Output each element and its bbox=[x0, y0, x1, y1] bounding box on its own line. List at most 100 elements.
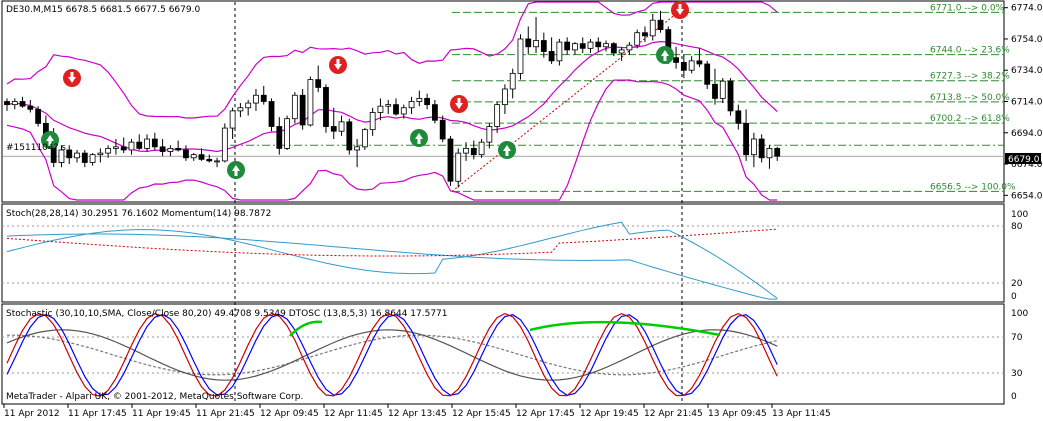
copyright-label: MetaTrader - Alpari UK, © 2001-2012, Met… bbox=[6, 392, 303, 402]
candle-body bbox=[330, 126, 337, 132]
candle-body bbox=[105, 148, 112, 154]
candle-body bbox=[97, 152, 104, 156]
candlestick-series bbox=[4, 10, 781, 188]
candle-body bbox=[346, 121, 353, 151]
candle-body bbox=[268, 101, 275, 127]
candle-body bbox=[151, 138, 158, 148]
candle-body bbox=[361, 129, 368, 148]
time-tick-label: 11 Apr 2012 bbox=[4, 409, 60, 419]
candle-body bbox=[66, 149, 73, 159]
indicator2-tick-label: 0 bbox=[1011, 392, 1017, 402]
candle-body bbox=[517, 38, 524, 74]
candle-body bbox=[113, 146, 119, 149]
candle-body bbox=[509, 72, 516, 90]
price-tick-label: 6734.0 bbox=[1011, 66, 1043, 76]
time-tick-label: 13 Apr 09:45 bbox=[708, 409, 767, 419]
candle-body bbox=[618, 49, 625, 54]
candle-body bbox=[190, 154, 197, 159]
candle-body bbox=[688, 60, 695, 71]
candle-body bbox=[556, 41, 563, 62]
candle-body bbox=[35, 108, 42, 124]
candle-body bbox=[634, 32, 641, 46]
candle-body bbox=[307, 79, 314, 126]
candle-body bbox=[766, 148, 773, 159]
price-tick-label: 6654.0 bbox=[1011, 191, 1043, 201]
overbought-highlight bbox=[529, 320, 721, 337]
candle-body bbox=[680, 62, 687, 71]
chart-svg[interactable]: 6771.0 --> 0.0% 6744.0 --> 23.6% 6727.3 --… bbox=[0, 0, 1043, 421]
candle-body bbox=[758, 138, 765, 159]
indicator2-header: Stochastic (30,10,10,SMA, Close/Close 80… bbox=[6, 309, 448, 319]
candle-body bbox=[455, 152, 462, 182]
candle-body bbox=[595, 41, 602, 48]
price-axis: 6774.06754.06734.06714.06694.06674.06654… bbox=[1004, 4, 1043, 402]
candle-body bbox=[431, 104, 438, 121]
candle-body bbox=[260, 94, 267, 102]
candle-body bbox=[245, 102, 252, 109]
candle-body bbox=[408, 101, 415, 109]
time-tick-label: 12 Apr 11:45 bbox=[324, 409, 383, 419]
candle-body bbox=[610, 43, 617, 54]
candle-body bbox=[704, 63, 711, 85]
candle-body bbox=[276, 126, 283, 149]
candle-body bbox=[338, 121, 345, 132]
fib-level-label: 6656.5 --> 100.0% bbox=[930, 182, 1016, 192]
candle-body bbox=[284, 118, 290, 149]
candle-body bbox=[291, 94, 298, 120]
candle-body bbox=[525, 38, 532, 48]
candle-body bbox=[424, 97, 431, 106]
candle-body bbox=[323, 87, 329, 127]
lower-band bbox=[6, 79, 778, 201]
price-tick-label: 6754.0 bbox=[1011, 35, 1043, 45]
candle-body bbox=[354, 146, 361, 151]
candle-body bbox=[750, 138, 757, 156]
candle-body bbox=[540, 40, 547, 52]
indicator2-tick-label: 30 bbox=[1011, 369, 1023, 379]
stochastic-line bbox=[6, 221, 778, 299]
candle-body bbox=[159, 146, 166, 152]
candle-body bbox=[136, 141, 143, 149]
candle-body bbox=[120, 146, 127, 151]
candle-body bbox=[478, 141, 485, 156]
fib-level-label: 6727.3 --> 38.2% bbox=[930, 72, 1010, 82]
candle-body bbox=[253, 94, 259, 104]
candle-body bbox=[183, 149, 189, 159]
candle-body bbox=[144, 138, 150, 149]
candle-body bbox=[649, 19, 656, 37]
candle-body bbox=[19, 101, 26, 107]
fib-level-label: 6700.2 --> 61.8% bbox=[930, 114, 1010, 124]
mt4-chart-window: 6771.0 --> 0.0% 6744.0 --> 23.6% 6727.3 --… bbox=[0, 0, 1043, 421]
candle-body bbox=[167, 148, 174, 152]
candle-body bbox=[673, 57, 679, 63]
indicator1-tick-label: 100 bbox=[1011, 210, 1028, 220]
candle-body bbox=[502, 88, 508, 106]
candle-body bbox=[385, 104, 392, 107]
candle-body bbox=[564, 41, 571, 51]
indicator1-tick-label: 80 bbox=[1011, 222, 1023, 232]
candle-body bbox=[11, 101, 18, 106]
candle-body bbox=[175, 148, 182, 151]
price-tick-label: 6714.0 bbox=[1011, 98, 1043, 108]
candle-body bbox=[377, 105, 384, 113]
candle-body bbox=[439, 119, 446, 140]
vertical-grid bbox=[2, 2, 1004, 404]
candle-body bbox=[579, 43, 586, 49]
fib-level-label: 6744.0 --> 23.6% bbox=[930, 46, 1010, 56]
candle-body bbox=[447, 138, 454, 182]
candle-body bbox=[494, 104, 501, 127]
candle-body bbox=[572, 43, 578, 51]
time-tick-label: 13 Apr 11:45 bbox=[772, 409, 831, 419]
signal-line bbox=[6, 233, 778, 300]
candle-body bbox=[27, 105, 34, 110]
candle-body bbox=[128, 141, 135, 151]
indicator2-tick-label: 100 bbox=[1011, 309, 1028, 319]
candle-body bbox=[533, 40, 539, 48]
candle-body bbox=[89, 154, 96, 163]
candle-body bbox=[774, 148, 781, 157]
candle-body bbox=[400, 107, 407, 115]
indicator1-tick-label: 20 bbox=[1011, 279, 1023, 289]
order-label: #1511104? s bbox=[6, 143, 66, 153]
candle-body bbox=[470, 148, 477, 156]
candle-body bbox=[657, 19, 664, 30]
time-tick-label: 12 Apr 21:45 bbox=[644, 409, 703, 419]
